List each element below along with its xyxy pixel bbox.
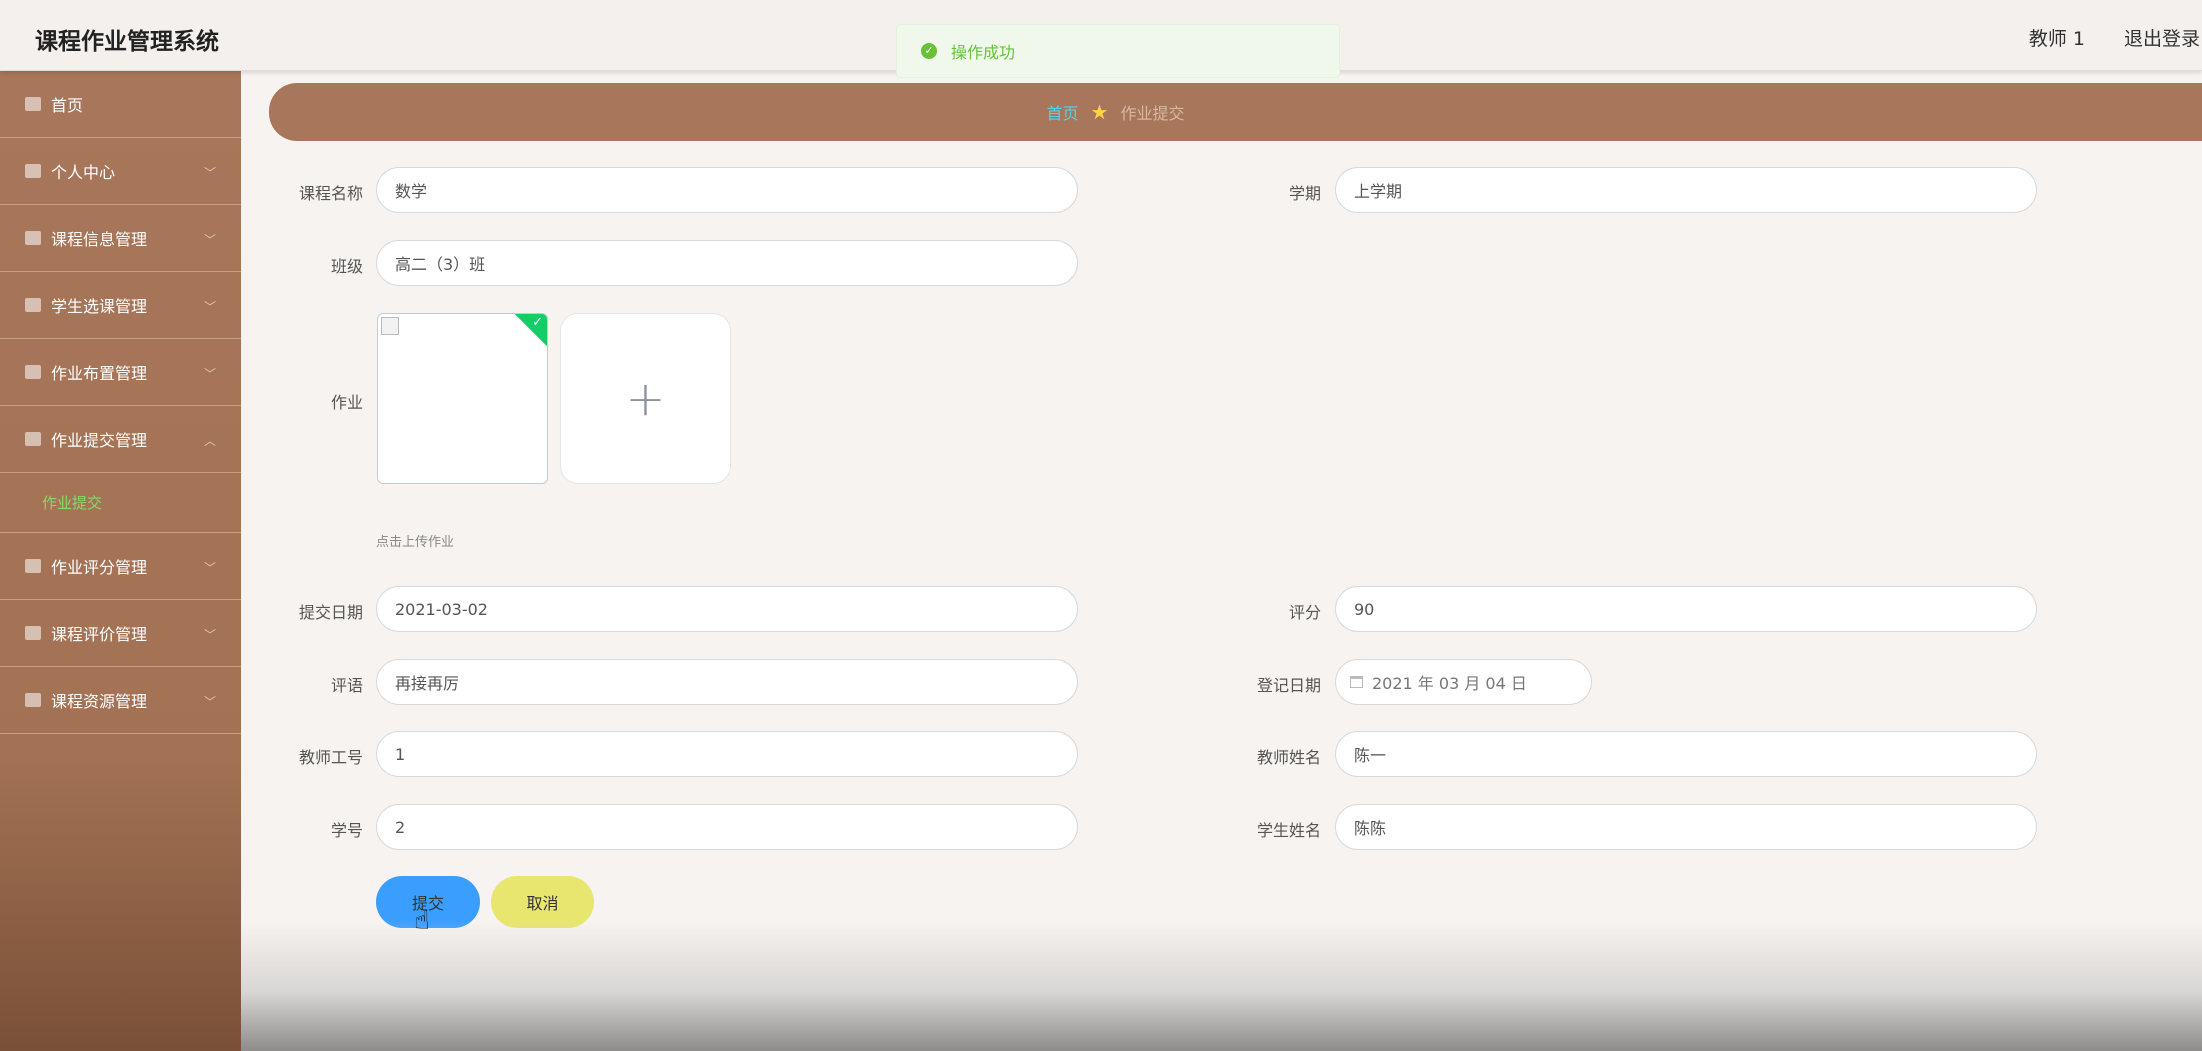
sidebar-item-course-review[interactable]: 课程评价管理 ﹀ (0, 600, 241, 667)
upload-add-button[interactable]: + (560, 313, 731, 484)
monitor-icon (25, 231, 41, 245)
teacher-name-label: 教师姓名 (1256, 748, 1321, 767)
sidebar-item-label: 首页 (51, 96, 84, 115)
homework-label: 作业 (330, 393, 363, 412)
breadcrumb: 首页 ★ 作业提交 (269, 83, 2202, 141)
score-input[interactable]: 90 (1335, 586, 2037, 632)
success-toast: ✓ 操作成功 (896, 24, 1340, 78)
submit-date-input[interactable]: 2021-03-02 (376, 586, 1078, 632)
sidebar-item-homework-assign[interactable]: 作业布置管理 ﹀ (0, 339, 241, 406)
chevron-down-icon: ﹀ (203, 628, 216, 642)
sidebar-item-homework-grading[interactable]: 作业评分管理 ﹀ (0, 533, 241, 600)
semester-input[interactable]: 上学期 (1335, 167, 2037, 213)
chevron-down-icon: ﹀ (203, 166, 216, 180)
sidebar-item-home[interactable]: 首页 (0, 71, 241, 138)
sidebar-item-label: 课程资源管理 (51, 692, 148, 711)
grid-icon (25, 365, 41, 379)
chevron-up-icon: ︿ (203, 434, 216, 448)
logout-link[interactable]: 退出登录 (2124, 24, 2200, 51)
user-icon (25, 164, 41, 178)
student-id-label: 学号 (330, 821, 363, 840)
submenu-item-homework-submit[interactable]: 作业提交 (0, 473, 241, 533)
briefcase-icon (25, 298, 41, 312)
semester-label: 学期 (1288, 184, 1321, 203)
register-date-label: 登记日期 (1256, 676, 1321, 695)
check-circle-icon: ✓ (921, 43, 937, 59)
submit-date-label: 提交日期 (298, 603, 363, 622)
chevron-down-icon: ﹀ (203, 367, 216, 381)
breadcrumb-home-link[interactable]: 首页 (1047, 100, 1079, 124)
copy-icon (25, 559, 41, 573)
bottom-shadow-overlay (241, 920, 2202, 1051)
teacher-name-input[interactable]: 陈一 (1335, 731, 2037, 777)
broken-image-icon (381, 317, 399, 335)
uploaded-file-thumbnail[interactable]: ✓ (377, 313, 548, 484)
pointer-hand-icon: ☝ (414, 906, 430, 936)
teacher-id-label: 教师工号 (298, 748, 363, 767)
clipboard-icon (25, 626, 41, 640)
clipboard-icon (25, 432, 41, 446)
plus-icon: + (625, 370, 666, 427)
monitor-icon (25, 693, 41, 707)
student-name-label: 学生姓名 (1256, 821, 1321, 840)
sidebar-item-course-selection[interactable]: 学生选课管理 ﹀ (0, 272, 241, 339)
star-icon: ★ (1090, 100, 1109, 124)
chevron-down-icon: ﹀ (203, 561, 216, 575)
register-date-picker[interactable]: 2021 年 03 月 04 日 (1335, 659, 1592, 705)
check-icon: ✓ (532, 315, 543, 330)
sidebar-item-label: 课程评价管理 (51, 625, 148, 644)
current-user[interactable]: 教师 1 (2029, 24, 2085, 51)
class-label: 班级 (330, 257, 363, 276)
calendar-icon (1350, 676, 1363, 688)
toast-message: 操作成功 (951, 43, 1016, 62)
course-name-input[interactable]: 数学 (376, 167, 1078, 213)
cancel-button[interactable]: 取消 (491, 876, 594, 928)
chevron-down-icon: ﹀ (203, 233, 216, 247)
breadcrumb-current: 作业提交 (1120, 104, 1185, 123)
sidebar-item-label: 作业提交管理 (51, 431, 148, 450)
score-label: 评分 (1288, 603, 1321, 622)
app-title: 课程作业管理系统 (35, 29, 219, 55)
student-name-input[interactable]: 陈陈 (1335, 804, 2037, 850)
chevron-down-icon: ﹀ (203, 300, 216, 314)
comment-input[interactable]: 再接再厉 (376, 659, 1078, 705)
student-id-input[interactable]: 2 (376, 804, 1078, 850)
sidebar-item-label: 作业评分管理 (51, 558, 148, 577)
sidebar-item-course-info[interactable]: 课程信息管理 ﹀ (0, 205, 241, 272)
sidebar-item-label: 作业布置管理 (51, 364, 148, 383)
sidebar-item-label: 学生选课管理 (51, 297, 148, 316)
sidebar-item-homework-submit[interactable]: 作业提交管理 ︿ (0, 406, 241, 473)
sidebar-item-label: 课程信息管理 (51, 230, 148, 249)
register-date-value: 2021 年 03 月 04 日 (1372, 674, 1527, 693)
home-icon (25, 97, 41, 111)
upload-hint: 点击上传作业 (376, 535, 455, 550)
sidebar-item-profile[interactable]: 个人中心 ﹀ (0, 138, 241, 205)
sidebar: 首页 个人中心 ﹀ 课程信息管理 ﹀ 学生选课管理 ﹀ 作业布置管理 ﹀ 作业提… (0, 71, 241, 1051)
course-name-label: 课程名称 (298, 184, 363, 203)
chevron-down-icon: ﹀ (203, 695, 216, 709)
class-input[interactable]: 高二（3）班 (376, 240, 1078, 286)
comment-label: 评语 (330, 676, 363, 695)
teacher-id-input[interactable]: 1 (376, 731, 1078, 777)
sidebar-item-label: 个人中心 (51, 163, 116, 182)
sidebar-item-course-resources[interactable]: 课程资源管理 ﹀ (0, 667, 241, 734)
